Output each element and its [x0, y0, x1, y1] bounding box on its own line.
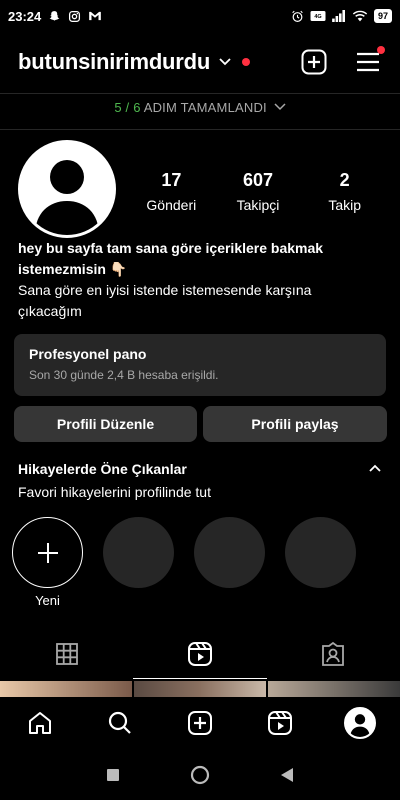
followers-count: 607	[242, 170, 274, 190]
grid-icon	[55, 643, 78, 665]
menu-notification-dot	[377, 46, 385, 54]
username-switcher[interactable]: butunsinirimdurdu	[18, 49, 210, 75]
menu-button[interactable]	[354, 46, 385, 76]
profile-avatar[interactable]	[18, 140, 116, 238]
svg-text:4G: 4G	[314, 14, 321, 20]
following-count: 2	[339, 170, 350, 190]
wifi-icon	[352, 10, 368, 22]
bio-line-2: Sana göre en iyisi istende istemesende k…	[18, 282, 312, 319]
chevron-down-icon	[274, 103, 286, 111]
reels-icon	[187, 642, 212, 666]
header-actions	[300, 46, 385, 76]
battery-level: 97	[373, 9, 392, 23]
highlights-title: Hikayelerde Öne Çıkanlar	[18, 461, 187, 477]
dashboard-subtitle: Son 30 günde 2,4 B hesaba erişildi.	[29, 368, 219, 382]
chevron-down-icon[interactable]	[218, 57, 232, 67]
status-right: 4G 97	[291, 9, 392, 23]
volte-icon: 4G	[310, 11, 326, 21]
menu-icon	[357, 52, 379, 72]
chevron-up-icon[interactable]	[368, 462, 382, 476]
snapchat-notification-icon	[49, 10, 60, 21]
dashboard-title: Profesyonel pano	[29, 346, 147, 362]
default-avatar-silhouette-icon	[35, 160, 99, 235]
followers-label: Takipçi	[236, 197, 280, 213]
reel-thumbnail[interactable]	[268, 681, 400, 697]
steps-label: ADIM TAMAMLANDI	[140, 100, 267, 115]
steps-total: 6	[133, 100, 141, 115]
header-divider	[0, 93, 400, 94]
bottom-navigation	[0, 697, 400, 749]
tagged-icon	[322, 641, 345, 666]
home-icon	[29, 712, 51, 734]
status-left: 23:24	[8, 9, 102, 24]
posts-count: 17	[161, 170, 182, 190]
new-highlight-button[interactable]	[12, 517, 83, 588]
nav-home[interactable]	[20, 703, 60, 743]
profile-tabs	[0, 632, 400, 679]
highlight-placeholder	[285, 517, 356, 588]
reels-thumbnail-strip	[0, 681, 400, 697]
professional-dashboard-card[interactable]: Profesyonel pano Son 30 günde 2,4 B hesa…	[14, 334, 386, 396]
profile-stats: 17 Gönderi 607 Takipçi 2 Takip	[128, 170, 388, 213]
notification-dot	[242, 58, 251, 66]
setup-steps-banner[interactable]: 5 / 6 ADIM TAMAMLANDI	[0, 100, 400, 115]
edit-profile-button[interactable]: Profili Düzenle	[14, 406, 197, 442]
create-icon	[188, 711, 212, 735]
highlight-placeholder	[194, 517, 265, 588]
reels-icon	[268, 711, 292, 735]
recents-icon[interactable]	[106, 768, 120, 782]
default-avatar-silhouette-icon	[350, 714, 370, 737]
plus-icon	[37, 542, 58, 563]
tab-reels[interactable]	[133, 632, 267, 679]
profile-bio: hey bu sayfa tam sana göre içeriklere ba…	[18, 238, 378, 322]
nav-reels[interactable]	[260, 703, 300, 743]
tab-tagged[interactable]	[267, 632, 400, 676]
status-time: 23:24	[8, 8, 42, 24]
plus-square-icon	[301, 49, 327, 75]
steps-divider	[0, 129, 400, 130]
gmail-notification-icon	[89, 11, 102, 21]
signal-icon	[332, 10, 345, 22]
following-label: Takip	[328, 197, 362, 213]
stat-following[interactable]: 2 Takip	[301, 170, 388, 213]
share-profile-button[interactable]: Profili paylaş	[203, 406, 387, 442]
nav-create[interactable]	[180, 703, 220, 743]
create-button[interactable]	[300, 48, 328, 76]
status-bar: 23:24 4G 97	[0, 0, 400, 32]
profile-header: butunsinirimdurdu	[0, 32, 400, 92]
home-circle-icon[interactable]	[190, 765, 210, 785]
alarm-icon	[292, 10, 303, 22]
tab-posts-grid[interactable]	[0, 632, 133, 676]
highlight-placeholder	[103, 517, 174, 588]
new-highlight-label: Yeni	[35, 593, 60, 608]
nav-search[interactable]	[100, 703, 140, 743]
steps-done: 5	[114, 100, 122, 115]
bio-line-1: hey bu sayfa tam sana göre içeriklere ba…	[18, 240, 324, 277]
stat-posts[interactable]: 17 Gönderi	[128, 170, 215, 213]
posts-label: Gönderi	[146, 197, 197, 213]
back-icon[interactable]	[280, 767, 294, 783]
search-icon	[108, 711, 131, 734]
system-navigation	[0, 750, 400, 800]
reel-thumbnail[interactable]	[134, 681, 266, 697]
steps-separator: /	[121, 100, 134, 115]
stat-followers[interactable]: 607 Takipçi	[215, 170, 302, 213]
highlights-subtitle: Favori hikayelerini profilinde tut	[18, 484, 211, 500]
instagram-notification-icon	[69, 10, 81, 22]
nav-profile[interactable]	[340, 703, 380, 743]
reel-thumbnail[interactable]	[0, 681, 132, 697]
profile-avatar	[344, 707, 376, 739]
